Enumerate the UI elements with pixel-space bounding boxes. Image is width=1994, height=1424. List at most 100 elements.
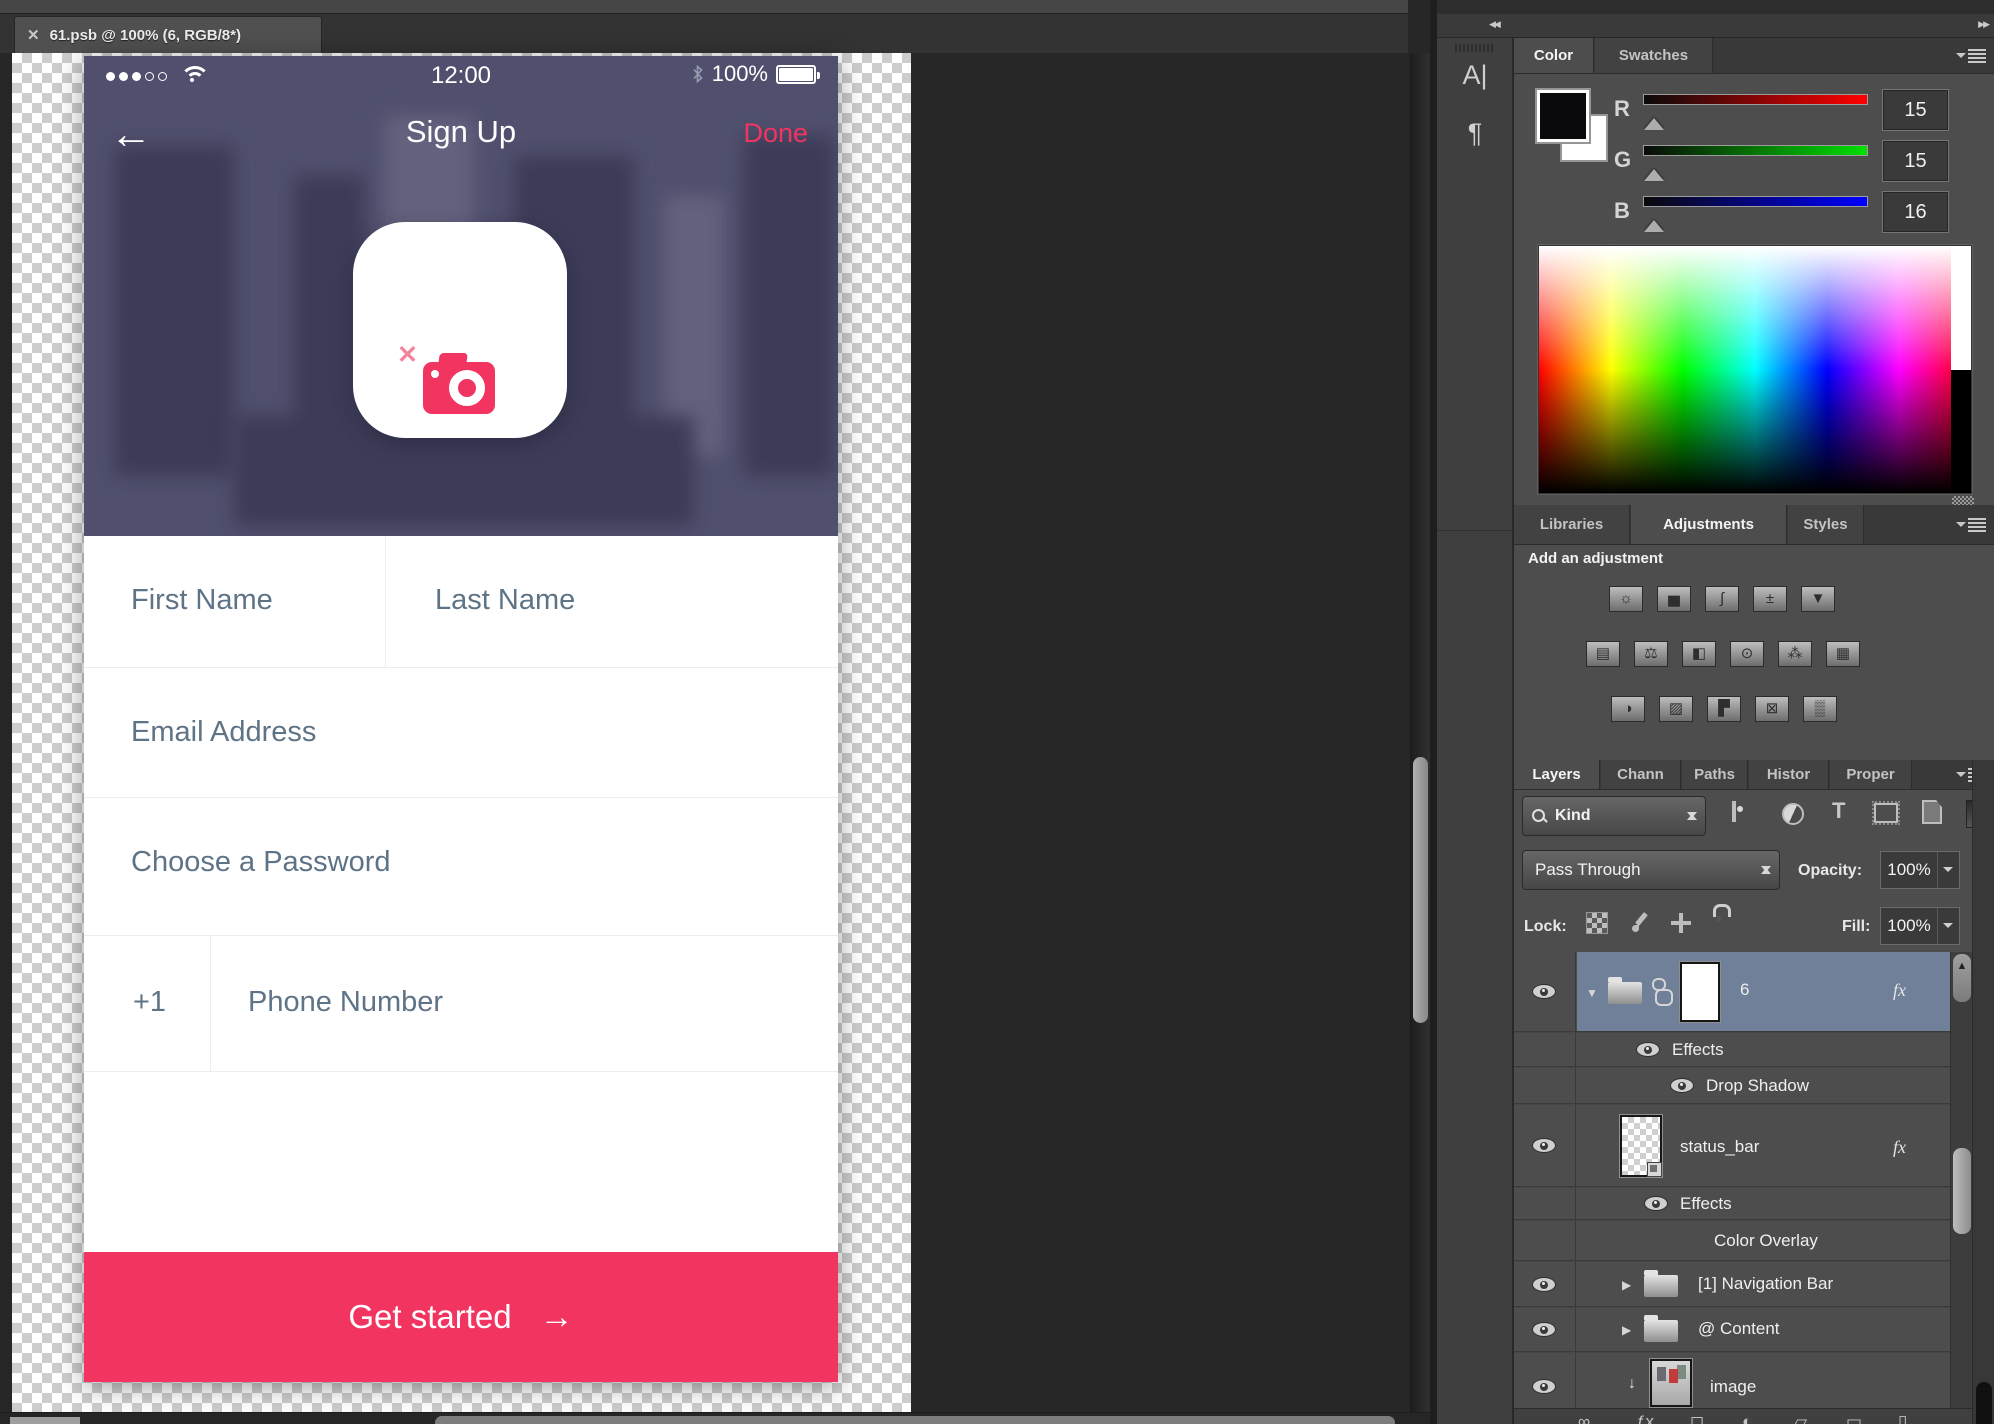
hue-saturation-icon[interactable]: ▤	[1586, 641, 1620, 667]
vibrance-icon[interactable]: ▼	[1801, 586, 1835, 612]
lock-transparency-icon[interactable]	[1586, 912, 1608, 934]
new-adjustment-layer-icon[interactable]: ◐	[1742, 1412, 1752, 1424]
opacity-value-dropdown[interactable]: 100%	[1880, 851, 1960, 889]
visibility-eye-icon[interactable]	[1670, 1078, 1694, 1093]
get-started-button[interactable]: Get started →	[84, 1252, 838, 1382]
visibility-eye-icon[interactable]	[1532, 984, 1556, 999]
collapse-icon-column-icon[interactable]: ◀◀	[1489, 19, 1499, 30]
layers-scroll-thumb[interactable]	[1953, 1148, 1971, 1234]
tab-adjustments[interactable]: Adjustments	[1631, 505, 1787, 544]
layer-thumbnail[interactable]	[1680, 962, 1720, 1022]
tab-color[interactable]: Color	[1514, 38, 1594, 73]
email-field[interactable]: Email Address	[131, 716, 316, 749]
filter-pixel-layers-icon[interactable]	[1732, 801, 1736, 822]
add-layer-style-icon[interactable]: ƒx	[1636, 1412, 1654, 1424]
layer-row-effects[interactable]: Effects	[1514, 1033, 1950, 1067]
threshold-icon[interactable]: ▛	[1707, 696, 1741, 722]
layer-thumbnail[interactable]	[1650, 1359, 1692, 1407]
layer-row-navigation-bar[interactable]: ▶ [1] Navigation Bar	[1514, 1262, 1950, 1307]
paragraph-panel-icon[interactable]: ¶	[1437, 118, 1513, 149]
layer-name[interactable]: @ Content	[1698, 1319, 1780, 1339]
visibility-eye-icon[interactable]	[1532, 1379, 1556, 1394]
canvas-vertical-scroll-thumb[interactable]	[1413, 757, 1428, 1023]
remove-photo-icon[interactable]: ✕	[397, 340, 418, 370]
color-panel-menu-icon[interactable]	[1956, 48, 1986, 64]
character-panel-icon[interactable]: A|	[1437, 60, 1513, 91]
visibility-eye-icon[interactable]	[1644, 1196, 1668, 1211]
scroll-up-button[interactable]: ▲	[1953, 954, 1971, 1002]
adjustments-panel-menu-icon[interactable]	[1956, 517, 1986, 533]
new-group-icon[interactable]: ▱	[1794, 1412, 1807, 1424]
channel-b-slider-thumb[interactable]	[1644, 210, 1664, 232]
visibility-eye-icon[interactable]	[1532, 1277, 1556, 1292]
done-button[interactable]: Done	[743, 118, 808, 149]
tab-libraries[interactable]: Libraries	[1514, 505, 1630, 544]
layer-name[interactable]: status_bar	[1680, 1137, 1759, 1157]
country-code-field[interactable]: +1	[133, 986, 166, 1019]
filter-shape-layers-icon[interactable]	[1874, 803, 1898, 823]
invert-icon[interactable]: ◑	[1611, 696, 1645, 722]
levels-icon[interactable]: ▅	[1657, 586, 1691, 612]
layers-list-scrollbar[interactable]: ▲	[1950, 952, 1972, 1410]
visibility-eye-icon[interactable]	[1532, 1322, 1556, 1337]
canvas-horizontal-scroll-thumb[interactable]	[435, 1416, 1395, 1424]
channel-r-value[interactable]: 15	[1883, 90, 1948, 130]
last-name-field[interactable]: Last Name	[435, 584, 575, 617]
new-layer-icon[interactable]: ▭	[1846, 1412, 1862, 1424]
tab-styles[interactable]: Styles	[1788, 505, 1864, 544]
phone-field[interactable]: Phone Number	[248, 986, 443, 1019]
channel-mixer-icon[interactable]: ⁂	[1778, 641, 1812, 667]
selective-color-icon[interactable]: ⊠	[1755, 696, 1789, 722]
channel-b-value[interactable]: 16	[1883, 192, 1948, 232]
channel-g-value[interactable]: 15	[1883, 141, 1948, 181]
channel-r-slider[interactable]	[1643, 94, 1868, 105]
filter-smart-objects-icon[interactable]	[1922, 800, 1942, 824]
layer-row-status-bar[interactable]: status_bar fx	[1514, 1105, 1950, 1187]
tab-channels[interactable]: Chann	[1601, 760, 1681, 789]
black-white-icon[interactable]: ◧	[1682, 641, 1716, 667]
canvas-transparency-area[interactable]: 12:00 100% ← Sign Up Done ✕	[12, 53, 911, 1412]
layer-thumbnail[interactable]	[1620, 1115, 1662, 1177]
layer-row-color-overlay[interactable]: Color Overlay	[1514, 1221, 1950, 1261]
channel-g-slider[interactable]	[1643, 145, 1868, 156]
layer-name[interactable]: 6	[1740, 980, 1749, 1000]
filter-adjustment-layers-icon[interactable]	[1782, 803, 1804, 825]
layer-name[interactable]: [1] Navigation Bar	[1698, 1274, 1833, 1294]
fx-badge[interactable]: fx	[1893, 1137, 1906, 1158]
layer-row-content[interactable]: ▶ @ Content	[1514, 1308, 1950, 1352]
delete-layer-icon[interactable]: ▯	[1898, 1412, 1907, 1424]
exposure-icon[interactable]: ±	[1753, 586, 1787, 612]
foreground-color-swatch[interactable]	[1537, 90, 1589, 142]
layer-filter-kind-dropdown[interactable]: Kind	[1522, 796, 1706, 836]
canvas-vertical-scrollbar[interactable]	[1410, 53, 1430, 1412]
gradient-map-icon[interactable]: ▒	[1803, 696, 1837, 722]
visibility-eye-icon[interactable]	[1636, 1042, 1660, 1057]
link-layers-icon[interactable]: ∞	[1578, 1412, 1590, 1424]
color-balance-icon[interactable]: ⚖	[1634, 641, 1668, 667]
curves-icon[interactable]: ∫	[1705, 586, 1739, 612]
document-tab[interactable]: ✕ 61.psb @ 100% (6, RGB/8*)	[14, 16, 322, 53]
close-tab-icon[interactable]: ✕	[27, 26, 40, 44]
fx-badge[interactable]: fx	[1893, 980, 1906, 1001]
color-spectrum-picker[interactable]	[1538, 245, 1972, 494]
dock-scroll-thumb[interactable]	[1976, 1382, 1992, 1424]
expand-group-icon[interactable]: ▼	[1586, 986, 1598, 1000]
expand-group-icon[interactable]: ▶	[1622, 1278, 1631, 1292]
blend-mode-dropdown[interactable]: Pass Through	[1522, 850, 1780, 890]
channel-b-slider[interactable]	[1643, 196, 1868, 207]
tab-properties[interactable]: Proper	[1830, 760, 1912, 789]
tab-history[interactable]: Histor	[1749, 760, 1829, 789]
add-layer-mask-icon[interactable]: ◻	[1690, 1412, 1704, 1424]
posterize-icon[interactable]: ▨	[1659, 696, 1693, 722]
canvas-horizontal-scrollbar[interactable]	[0, 1412, 1430, 1424]
password-field[interactable]: Choose a Password	[131, 846, 391, 879]
visibility-eye-icon[interactable]	[1532, 1138, 1556, 1153]
add-photo-card[interactable]: ✕	[353, 222, 567, 438]
panel-grip[interactable]	[1455, 44, 1495, 52]
color-lookup-icon[interactable]: ▦	[1826, 641, 1860, 667]
collapse-dock-icon[interactable]: ▶▶	[1978, 19, 1988, 30]
dock-scrollbar[interactable]	[1972, 760, 1994, 1424]
first-name-field[interactable]: First Name	[131, 584, 273, 617]
tab-swatches[interactable]: Swatches	[1595, 38, 1713, 73]
layer-name[interactable]: image	[1710, 1377, 1756, 1397]
